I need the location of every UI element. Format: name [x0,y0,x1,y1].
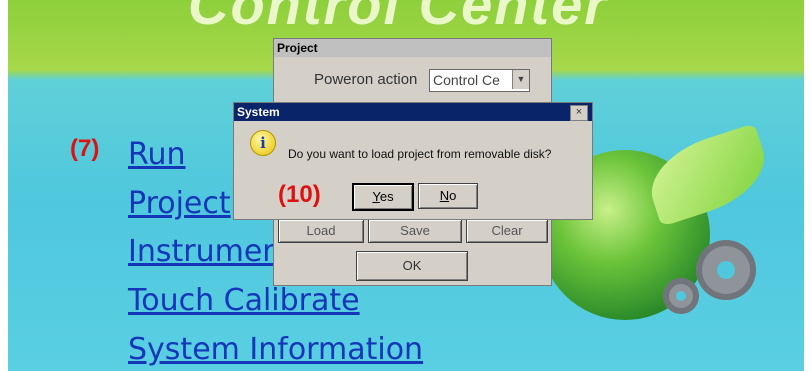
leaf-decoration [640,123,776,227]
menu-run-link[interactable]: Run [128,137,186,172]
chevron-down-icon[interactable]: ▼ [512,70,529,89]
project-dialog-title: Project [274,39,551,57]
info-icon: i [250,130,276,156]
menu-touch-calibrate-link[interactable]: Touch Calibrate [128,283,360,318]
close-icon[interactable]: × [570,105,588,121]
gear-icon [696,240,756,300]
gear-icon [663,278,699,314]
menu-project-link[interactable]: Project [128,186,231,221]
annotation-7: (7) [70,135,100,162]
poweron-action-value: Control Ce [433,72,500,88]
annotation-10: (10) [278,181,321,208]
save-button[interactable]: Save [368,219,462,243]
screen: Control Center (7) Run Project Instrumer… [8,0,804,371]
menu-system-information-link[interactable]: System Information [128,332,423,367]
load-button[interactable]: Load [278,219,364,243]
ok-button[interactable]: OK [356,251,468,281]
no-button[interactable]: No [418,183,478,209]
menu-instrument-link[interactable]: Instrumer [128,234,275,269]
clear-button[interactable]: Clear [466,219,548,243]
dialog-message: Do you want to load project from removab… [288,147,552,161]
poweron-action-select[interactable]: Control Ce ▼ [429,69,530,92]
system-dialog-title: System [234,103,592,121]
poweron-action-label: Poweron action [314,71,418,88]
yes-button[interactable]: Yes [352,183,414,211]
system-dialog: System × i Do you want to load project f… [233,102,593,220]
banner-title: Control Center [188,0,608,36]
